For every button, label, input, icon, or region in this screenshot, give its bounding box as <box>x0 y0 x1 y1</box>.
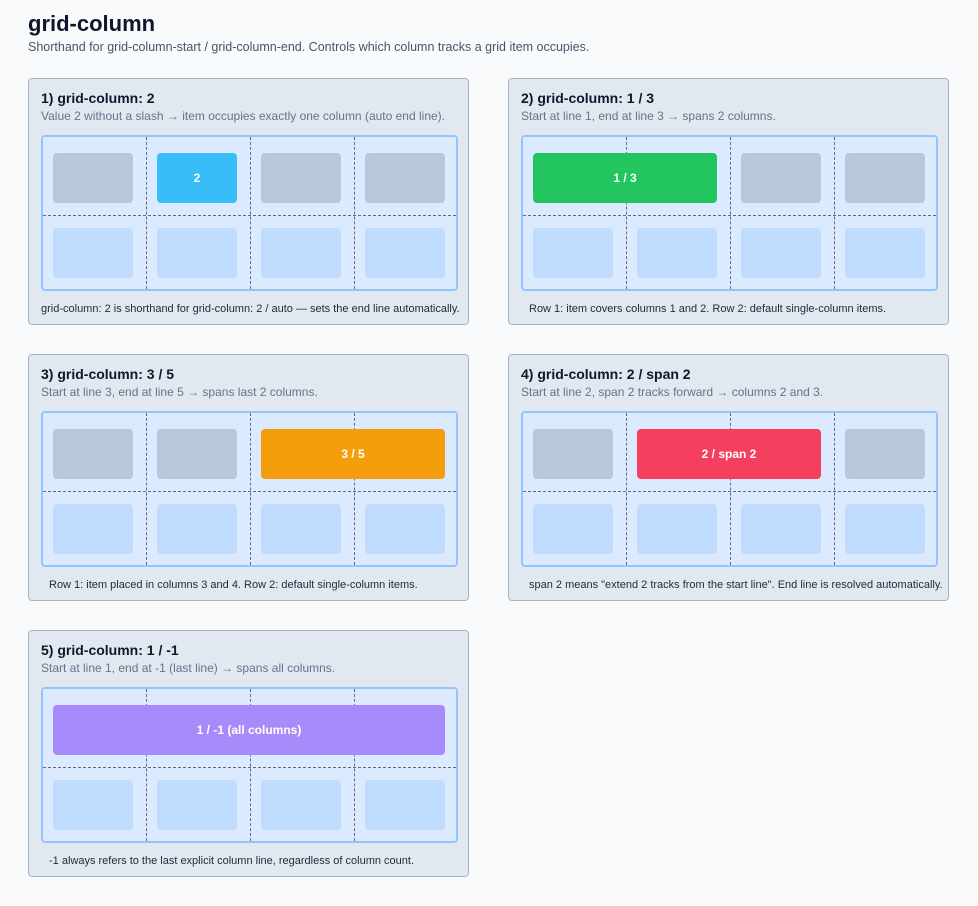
example-note: Row 1: item placed in columns 3 and 4. R… <box>49 579 418 591</box>
grid-cell <box>53 228 133 278</box>
example-note: Row 1: item covers columns 1 and 2. Row … <box>529 303 887 315</box>
grid-item-highlight: 2 <box>157 153 237 203</box>
grid-cell <box>533 429 613 479</box>
example-description: Start at line 1, end at line 3 → spans 2… <box>521 109 776 123</box>
example-note: span 2 means "extend 2 tracks from the s… <box>529 579 943 591</box>
column-line <box>250 413 251 565</box>
grid-item-highlight: 1 / 3 <box>533 153 717 203</box>
row-line <box>43 491 456 492</box>
column-line <box>146 413 147 565</box>
column-line <box>146 137 147 289</box>
example-card-4: 4) grid-column: 2 / span 2 Start at line… <box>508 354 949 601</box>
grid-cell <box>741 504 821 554</box>
grid-cell <box>157 228 237 278</box>
column-line <box>354 137 355 289</box>
grid-cell <box>261 780 341 830</box>
row-line <box>523 491 936 492</box>
example-description: Start at line 2, span 2 tracks forward →… <box>521 385 824 399</box>
grid-cell <box>741 153 821 203</box>
example-card-3: 3) grid-column: 3 / 5 Start at line 3, e… <box>28 354 469 601</box>
grid-cell <box>53 429 133 479</box>
example-title: 5) grid-column: 1 / -1 <box>41 642 179 658</box>
example-card-2: 2) grid-column: 1 / 3 Start at line 1, e… <box>508 78 949 325</box>
grid-cell <box>845 153 925 203</box>
grid-cell <box>637 504 717 554</box>
column-line <box>730 137 731 289</box>
grid-cell <box>845 504 925 554</box>
example-description: Start at line 1, end at -1 (last line) →… <box>41 661 336 675</box>
example-title: 2) grid-column: 1 / 3 <box>521 90 655 106</box>
column-line <box>250 137 251 289</box>
grid-cell <box>157 429 237 479</box>
grid-cell <box>637 228 717 278</box>
grid-cell <box>53 153 133 203</box>
grid-demo: 2 / span 2 <box>521 411 938 567</box>
grid-item-highlight: 1 / -1 (all columns) <box>53 705 445 755</box>
grid-cell <box>53 780 133 830</box>
grid-item-highlight: 3 / 5 <box>261 429 445 479</box>
example-description: Start at line 3, end at line 5 → spans l… <box>41 385 318 399</box>
row-line <box>43 767 456 768</box>
row-line <box>43 215 456 216</box>
column-line <box>626 413 627 565</box>
grid-demo: 1 / 3 <box>521 135 938 291</box>
example-note: -1 always refers to the last explicit co… <box>49 855 414 867</box>
grid-cell <box>365 153 445 203</box>
column-line <box>834 413 835 565</box>
grid-cell <box>261 228 341 278</box>
grid-cell <box>741 228 821 278</box>
example-title: 1) grid-column: 2 <box>41 90 155 106</box>
example-card-1: 1) grid-column: 2 Value 2 without a slas… <box>28 78 469 325</box>
grid-demo: 2 <box>41 135 458 291</box>
grid-cell <box>365 228 445 278</box>
grid-item-highlight: 2 / span 2 <box>637 429 821 479</box>
grid-cell <box>261 153 341 203</box>
grid-cell <box>533 228 613 278</box>
grid-cell <box>365 504 445 554</box>
column-line <box>834 137 835 289</box>
page-title: grid-column <box>28 11 156 36</box>
grid-cell <box>365 780 445 830</box>
grid-demo: 3 / 5 <box>41 411 458 567</box>
grid-cell <box>157 504 237 554</box>
grid-cell <box>157 780 237 830</box>
example-description: Value 2 without a slash → item occupies … <box>41 109 445 123</box>
grid-cell <box>845 429 925 479</box>
example-title: 3) grid-column: 3 / 5 <box>41 366 175 382</box>
grid-demo: 1 / -1 (all columns) <box>41 687 458 843</box>
row-line <box>523 215 936 216</box>
grid-cell <box>53 504 133 554</box>
grid-cell <box>533 504 613 554</box>
example-title: 4) grid-column: 2 / span 2 <box>521 366 691 382</box>
grid-cell <box>261 504 341 554</box>
page-subtitle: Shorthand for grid-column-start / grid-c… <box>28 40 590 54</box>
example-note: grid-column: 2 is shorthand for grid-col… <box>41 303 460 315</box>
example-card-5: 5) grid-column: 1 / -1 Start at line 1, … <box>28 630 469 877</box>
grid-cell <box>845 228 925 278</box>
